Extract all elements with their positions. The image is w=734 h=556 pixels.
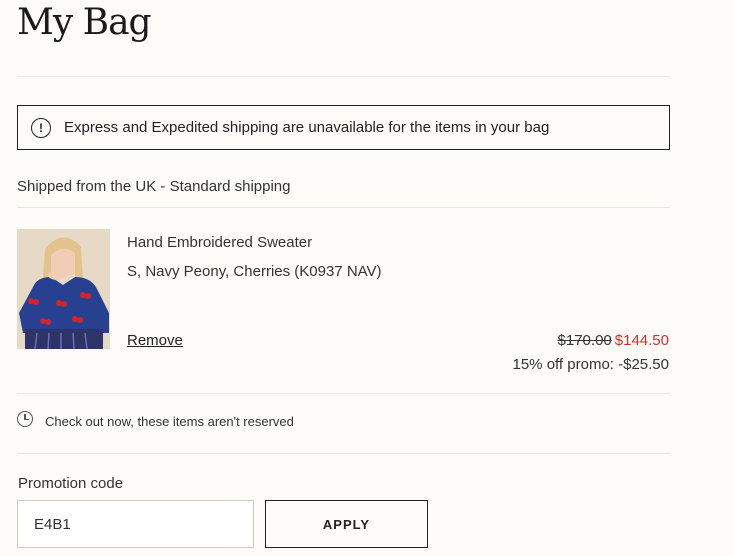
product-image[interactable] bbox=[17, 229, 110, 349]
divider bbox=[17, 393, 670, 394]
product-name[interactable]: Hand Embroidered Sweater bbox=[127, 234, 312, 251]
price: $170.00 $144.50 bbox=[558, 332, 669, 349]
shipping-label: Shipped from the UK - Standard shipping bbox=[17, 178, 291, 195]
alert-text: Express and Expedited shipping are unava… bbox=[64, 119, 550, 136]
product-variant: S, Navy Peony, Cherries (K0937 NAV) bbox=[127, 263, 382, 280]
exclamation-circle-icon: ! bbox=[31, 117, 51, 138]
remove-link[interactable]: Remove bbox=[127, 332, 183, 349]
shipping-alert: ! Express and Expedited shipping are una… bbox=[17, 105, 670, 150]
promotion-code-label: Promotion code bbox=[18, 475, 124, 492]
divider bbox=[17, 76, 670, 77]
original-price: $170.00 bbox=[557, 332, 612, 349]
page-title: My Bag bbox=[17, 2, 152, 43]
divider bbox=[17, 453, 670, 454]
divider bbox=[17, 207, 670, 208]
sale-price: $144.50 bbox=[614, 332, 669, 349]
reservation-note: Check out now, these items aren't reserv… bbox=[45, 414, 294, 429]
clock-icon bbox=[17, 411, 33, 427]
promo-discount: 15% off promo: -$25.50 bbox=[512, 356, 670, 373]
apply-button[interactable]: APPLY bbox=[265, 500, 428, 548]
promotion-code-input[interactable] bbox=[17, 500, 254, 548]
